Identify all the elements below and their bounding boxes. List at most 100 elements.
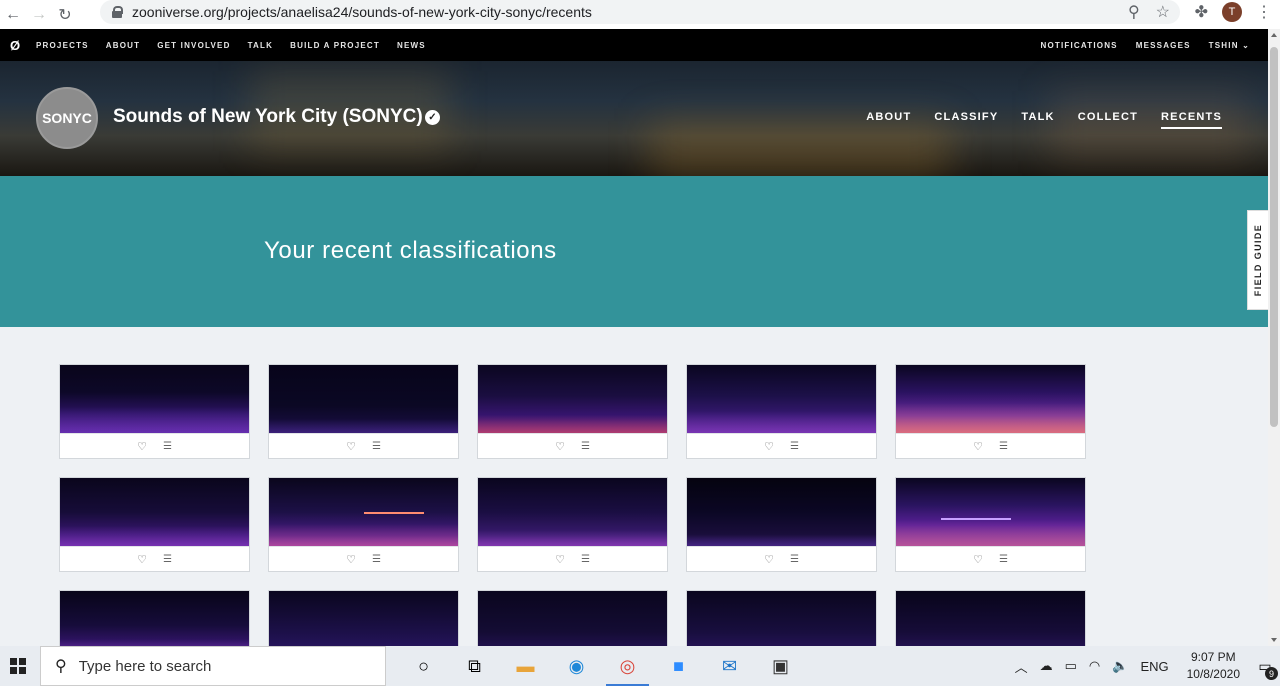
profile-avatar[interactable]: T — [1222, 2, 1242, 22]
cortana-icon[interactable]: ○ — [398, 646, 449, 686]
address-bar[interactable]: zooniverse.org/projects/anaelisa24/sound… — [100, 0, 1180, 24]
project-tab-about[interactable]: ABOUT — [866, 111, 911, 129]
heart-icon[interactable]: ♡ — [973, 553, 983, 566]
zoo-nav-about[interactable]: ABOUT — [106, 41, 140, 50]
zooniverse-logo-icon[interactable]: Ø — [0, 29, 30, 61]
page-scrollbar[interactable] — [1268, 29, 1280, 646]
zoom-icon[interactable]: ■ — [653, 646, 704, 686]
recent-classification-card[interactable]: ♡☰ — [686, 477, 877, 572]
spectrogram-thumbnail[interactable] — [269, 591, 458, 646]
extensions-icon[interactable]: ✤ — [1195, 2, 1208, 22]
spectrogram-thumbnail[interactable] — [60, 478, 249, 546]
recent-classification-card[interactable]: ♡☰ — [59, 477, 250, 572]
recent-classification-card[interactable]: ♡☰ — [477, 364, 668, 459]
recent-classification-card[interactable]: ♡☰ — [268, 364, 459, 459]
spectrogram-thumbnail[interactable] — [896, 591, 1085, 646]
spectrogram-thumbnail[interactable] — [687, 478, 876, 546]
taskbar-search[interactable]: ⚲ Type here to search — [40, 646, 386, 686]
chrome-icon[interactable]: ◎ — [602, 646, 653, 686]
zoo-right-0[interactable]: NOTIFICATIONS — [1040, 41, 1117, 50]
project-logo[interactable]: SONYC — [36, 87, 98, 149]
start-button[interactable] — [0, 646, 36, 686]
file-explorer-icon[interactable]: ▬ — [500, 646, 551, 686]
spectrogram-thumbnail[interactable] — [60, 365, 249, 433]
zoo-nav-get-involved[interactable]: GET INVOLVED — [157, 41, 230, 50]
project-tab-collect[interactable]: COLLECT — [1078, 111, 1138, 129]
menu-kebab-icon[interactable]: ⋮ — [1256, 2, 1272, 22]
language-indicator[interactable]: ENG — [1140, 659, 1168, 674]
recent-classification-card[interactable]: ♡☰ — [268, 590, 459, 646]
spectrogram-thumbnail[interactable] — [478, 478, 667, 546]
scroll-thumb[interactable] — [1270, 47, 1278, 427]
recent-classification-card[interactable]: ♡☰ — [895, 364, 1086, 459]
recent-classification-card[interactable]: ♡☰ — [686, 590, 877, 646]
recent-classification-card[interactable]: ♡☰ — [59, 590, 250, 646]
spectrogram-thumbnail[interactable] — [60, 591, 249, 646]
spectrogram-thumbnail[interactable] — [687, 365, 876, 433]
list-icon[interactable]: ☰ — [999, 441, 1008, 452]
onedrive-icon[interactable]: ☁ — [1040, 658, 1053, 674]
list-icon[interactable]: ☰ — [581, 554, 590, 565]
action-center-icon[interactable]: ▭ 9 — [1250, 646, 1280, 686]
list-icon[interactable]: ☰ — [163, 441, 172, 452]
clock[interactable]: 9:07 PM 10/8/2020 — [1187, 649, 1240, 683]
wifi-icon[interactable]: ◠ — [1089, 658, 1100, 674]
list-icon[interactable]: ☰ — [163, 554, 172, 565]
zoo-nav-build-a-project[interactable]: BUILD A PROJECT — [290, 41, 380, 50]
list-icon[interactable]: ☰ — [790, 554, 799, 565]
recent-classification-card[interactable]: ♡☰ — [59, 364, 250, 459]
battery-icon[interactable]: ▭ — [1065, 658, 1077, 674]
back-icon[interactable]: ← — [0, 2, 26, 28]
field-guide-tab[interactable]: FIELD GUIDE — [1247, 210, 1269, 310]
zoo-right-1[interactable]: MESSAGES — [1136, 41, 1191, 50]
recent-classification-card[interactable]: ♡☰ — [895, 477, 1086, 572]
heart-icon[interactable]: ♡ — [973, 440, 983, 453]
zoo-nav-projects[interactable]: PROJECTS — [36, 41, 89, 50]
heart-icon[interactable]: ♡ — [137, 553, 147, 566]
zoo-nav-talk[interactable]: TALK — [248, 41, 274, 50]
bookmark-star-icon[interactable]: ☆ — [1156, 2, 1170, 22]
project-tab-talk[interactable]: TALK — [1021, 111, 1054, 129]
volume-icon[interactable]: 🔈 — [1112, 658, 1128, 674]
heart-icon[interactable]: ♡ — [346, 440, 356, 453]
edge-icon[interactable]: ◉ — [551, 646, 602, 686]
list-icon[interactable]: ☰ — [999, 554, 1008, 565]
recent-classification-card[interactable]: ♡☰ — [895, 590, 1086, 646]
zoo-right-2[interactable]: TSHIN ⌄ — [1209, 41, 1250, 50]
spectrogram-thumbnail[interactable] — [478, 591, 667, 646]
heart-icon[interactable]: ♡ — [555, 440, 565, 453]
spectrogram-thumbnail[interactable] — [269, 365, 458, 433]
heart-icon[interactable]: ♡ — [764, 440, 774, 453]
forward-icon[interactable]: → — [26, 2, 52, 28]
recent-classification-card[interactable]: ♡☰ — [477, 590, 668, 646]
recent-classification-card[interactable]: ♡☰ — [477, 477, 668, 572]
url-text[interactable]: zooniverse.org/projects/anaelisa24/sound… — [132, 4, 592, 20]
spectrogram-thumbnail[interactable] — [687, 591, 876, 646]
spectrogram-thumbnail[interactable] — [478, 365, 667, 433]
heart-icon[interactable]: ♡ — [555, 553, 565, 566]
tray-chevron-icon[interactable]: ︿ — [1015, 657, 1028, 676]
zoom-magnifier-icon[interactable]: ⚲ — [1128, 2, 1140, 22]
mail-icon[interactable]: ✉ — [704, 646, 755, 686]
list-icon[interactable]: ☰ — [790, 441, 799, 452]
store-icon[interactable]: ▣ — [755, 646, 806, 686]
spectrogram-thumbnail[interactable] — [896, 478, 1085, 546]
scroll-up-arrow[interactable] — [1271, 33, 1277, 37]
spectrogram-thumbnail[interactable] — [896, 365, 1085, 433]
heart-icon[interactable]: ♡ — [764, 553, 774, 566]
recent-classification-card[interactable]: ♡☰ — [686, 364, 877, 459]
reload-icon[interactable]: ↻ — [52, 2, 78, 28]
project-tab-classify[interactable]: CLASSIFY — [934, 111, 998, 129]
spectrogram-thumbnail[interactable] — [269, 478, 458, 546]
heart-icon[interactable]: ♡ — [137, 440, 147, 453]
list-icon[interactable]: ☰ — [372, 554, 381, 565]
recent-classification-card[interactable]: ♡☰ — [268, 477, 459, 572]
list-icon[interactable]: ☰ — [372, 441, 381, 452]
project-tab-recents[interactable]: RECENTS — [1161, 111, 1222, 129]
task-view-icon[interactable]: ⧉ — [449, 646, 500, 686]
heart-icon[interactable]: ♡ — [346, 553, 356, 566]
scroll-down-arrow[interactable] — [1271, 638, 1277, 642]
list-icon[interactable]: ☰ — [581, 441, 590, 452]
zoo-nav-news[interactable]: NEWS — [397, 41, 426, 50]
project-title[interactable]: Sounds of New York City (SONYC) — [113, 106, 423, 128]
